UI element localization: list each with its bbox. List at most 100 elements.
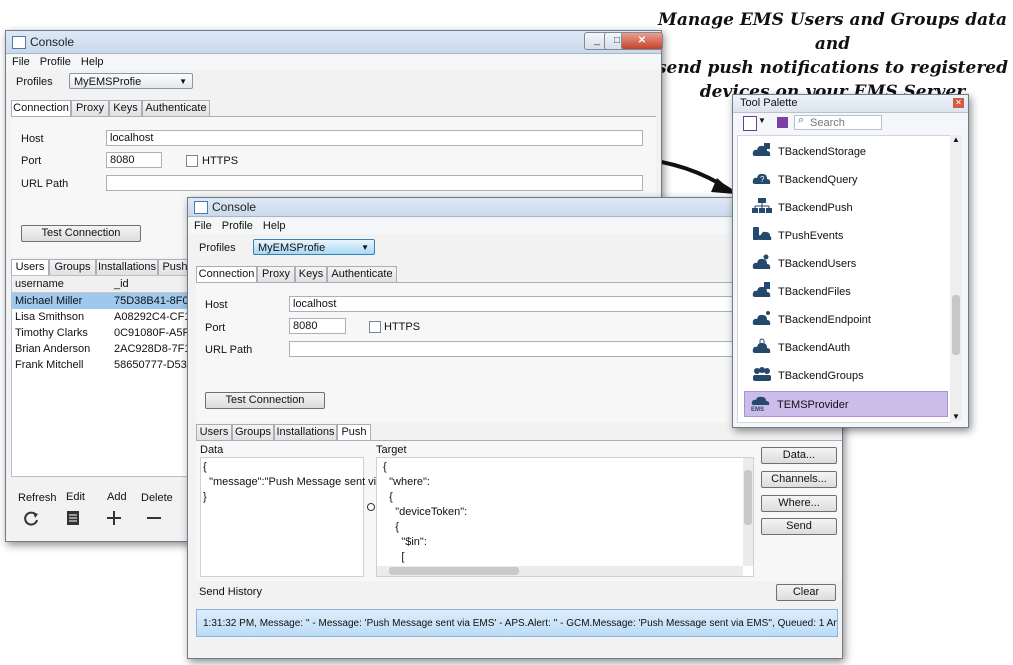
palette-item-tbackendendpoint[interactable]: TBackendEndpoint bbox=[746, 307, 948, 333]
splitter-handle[interactable] bbox=[367, 503, 375, 511]
table-row[interactable]: Frank Mitchell 58650777-D530... bbox=[12, 357, 192, 373]
search-icon: ⌕ bbox=[798, 114, 805, 126]
https-checkbox[interactable] bbox=[369, 321, 381, 333]
svg-text:EMS: EMS bbox=[751, 407, 764, 411]
https-label: HTTPS bbox=[202, 155, 239, 167]
column-id[interactable]: _id bbox=[114, 276, 129, 292]
profile-select[interactable]: MyEMSProfie ▼ bbox=[69, 73, 193, 89]
item-label: TPushEvents bbox=[778, 230, 844, 242]
edit-icon[interactable] bbox=[65, 509, 81, 527]
palette-scrollbar[interactable]: ▲ ▼ bbox=[950, 135, 962, 421]
menu-help[interactable]: Help bbox=[81, 54, 104, 70]
port-input[interactable]: 8080 bbox=[106, 152, 162, 168]
palette-toolbar: ▼ ⌕ Search bbox=[737, 113, 963, 133]
categories-icon[interactable] bbox=[743, 116, 757, 131]
refresh-icon[interactable] bbox=[22, 509, 40, 527]
palette-list: TBackendStorage ? TBackendQuery TBackend… bbox=[737, 135, 951, 423]
tab-connection[interactable]: Connection bbox=[196, 266, 257, 283]
item-label: TBackendAuth bbox=[778, 342, 851, 354]
horizontal-scrollbar[interactable] bbox=[377, 566, 743, 576]
menu-file[interactable]: File bbox=[194, 218, 212, 234]
tab-authenticate[interactable]: Authenticate bbox=[327, 266, 397, 282]
svg-text:?: ? bbox=[760, 175, 765, 184]
tab-connection[interactable]: Connection bbox=[11, 100, 71, 117]
title-bar[interactable]: Console _ □ ✕ bbox=[6, 31, 663, 54]
close-button[interactable]: ✕ bbox=[621, 32, 663, 50]
cursor-icon[interactable] bbox=[777, 117, 788, 128]
tab-installations[interactable]: Installations bbox=[96, 259, 158, 275]
add-icon[interactable] bbox=[106, 510, 122, 526]
tab-groups[interactable]: Groups bbox=[232, 424, 274, 440]
target-label: Target bbox=[376, 444, 407, 456]
palette-item-tpushevents[interactable]: TPushEvents bbox=[746, 223, 948, 249]
test-connection-button[interactable]: Test Connection bbox=[21, 225, 141, 242]
cell-id: 0C91080F-A5F9... bbox=[114, 327, 192, 339]
tab-proxy[interactable]: Proxy bbox=[257, 266, 295, 282]
profile-select-value: MyEMSProfie bbox=[258, 242, 326, 254]
clear-button[interactable]: Clear bbox=[776, 584, 836, 601]
test-connection-button[interactable]: Test Connection bbox=[205, 392, 325, 409]
table-row[interactable]: Lisa Smithson A08292C4-CF1E... bbox=[12, 309, 192, 325]
item-label: TBackendQuery bbox=[778, 174, 858, 186]
port-input[interactable]: 8080 bbox=[289, 318, 346, 334]
cell-username: Michael Miller bbox=[15, 295, 83, 307]
scroll-thumb[interactable] bbox=[952, 295, 960, 355]
palette-item-tbackendusers[interactable]: TBackendUsers bbox=[746, 251, 948, 277]
send-history-entry[interactable]: 1:31:32 PM, Message: '' - Message: 'Push… bbox=[196, 609, 838, 637]
cell-username: Lisa Smithson bbox=[15, 311, 85, 323]
cell-id: 75D38B41-8F0F... bbox=[114, 295, 192, 307]
tab-push[interactable]: Push bbox=[337, 424, 371, 441]
host-label: Host bbox=[21, 133, 44, 145]
users-group-icon bbox=[753, 367, 771, 381]
menu-profile[interactable]: Profile bbox=[40, 54, 71, 70]
palette-item-tbackendfiles[interactable]: TBackendFiles bbox=[746, 279, 948, 305]
cell-id: 58650777-D530... bbox=[114, 359, 192, 371]
menu-profile[interactable]: Profile bbox=[222, 218, 253, 234]
tab-authenticate[interactable]: Authenticate bbox=[142, 100, 210, 116]
send-button[interactable]: Send bbox=[761, 518, 837, 535]
tab-groups[interactable]: Groups bbox=[49, 259, 96, 275]
palette-item-tbackendquery[interactable]: ? TBackendQuery bbox=[746, 167, 948, 193]
annotation-line-2: send push notifications to registered bbox=[656, 58, 1008, 78]
item-label: TBackendGroups bbox=[778, 370, 864, 382]
tab-keys[interactable]: Keys bbox=[295, 266, 327, 282]
tool-palette-titlebar[interactable]: Tool Palette ✕ bbox=[733, 95, 968, 113]
vertical-scrollbar[interactable] bbox=[743, 458, 753, 566]
menu-help[interactable]: Help bbox=[263, 218, 286, 234]
data-textarea[interactable]: { "message":"Push Message sent via EMS" … bbox=[200, 457, 413, 577]
window-title: Console bbox=[30, 35, 75, 49]
data-button[interactable]: Data... bbox=[761, 447, 837, 464]
column-username[interactable]: username bbox=[15, 276, 64, 292]
categories-chevron-icon[interactable]: ▼ bbox=[758, 116, 766, 125]
tab-keys[interactable]: Keys bbox=[109, 100, 142, 116]
menu-file[interactable]: File bbox=[12, 54, 30, 70]
url-path-input[interactable] bbox=[106, 175, 643, 191]
table-row[interactable]: Michael Miller 75D38B41-8F0F... bbox=[12, 293, 192, 309]
close-icon[interactable]: ✕ bbox=[953, 98, 964, 108]
port-label: Port bbox=[21, 155, 42, 167]
tab-proxy[interactable]: Proxy bbox=[71, 100, 109, 116]
palette-item-tbackendstorage[interactable]: TBackendStorage bbox=[746, 139, 948, 165]
palette-item-tbackendgroups[interactable]: TBackendGroups bbox=[746, 363, 948, 389]
host-input[interactable]: localhost bbox=[106, 130, 643, 146]
table-row[interactable]: Brian Anderson 2AC928D8-7F11... bbox=[12, 341, 192, 357]
scroll-down-icon[interactable]: ▼ bbox=[952, 412, 960, 421]
palette-item-tbackendauth[interactable]: TBackendAuth bbox=[746, 335, 948, 361]
tab-users[interactable]: Users bbox=[196, 424, 232, 440]
table-row[interactable]: Timothy Clarks 0C91080F-A5F9... bbox=[12, 325, 192, 341]
palette-item-temsprovider[interactable]: EMS TEMSProvider bbox=[744, 391, 948, 417]
channels-button[interactable]: Channels... bbox=[761, 471, 837, 488]
where-button[interactable]: Where... bbox=[761, 495, 837, 512]
cell-username: Frank Mitchell bbox=[15, 359, 84, 371]
cloud-lock-icon bbox=[752, 338, 771, 353]
delete-icon[interactable] bbox=[146, 510, 162, 526]
profile-select[interactable]: MyEMSProfie ▼ bbox=[253, 239, 375, 255]
tab-installations[interactable]: Installations bbox=[274, 424, 337, 440]
app-icon bbox=[194, 201, 208, 214]
palette-item-tbackendpush[interactable]: TBackendPush bbox=[746, 195, 948, 221]
https-checkbox[interactable] bbox=[186, 155, 198, 167]
tab-users[interactable]: Users bbox=[11, 259, 49, 276]
scroll-up-icon[interactable]: ▲ bbox=[952, 135, 960, 144]
target-textarea[interactable]: { "where": { "deviceToken": { "$in": [ "… bbox=[376, 457, 754, 577]
search-box[interactable]: ⌕ Search bbox=[794, 114, 882, 130]
